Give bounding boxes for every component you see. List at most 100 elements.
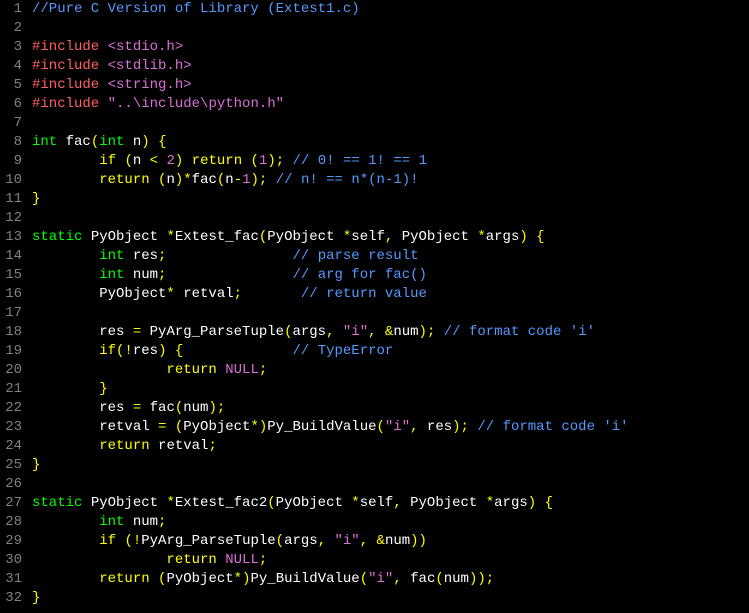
code-token: { [536,229,544,245]
code-token [435,324,443,340]
code-token: ( [175,400,183,416]
code-token: )) [410,533,427,549]
code-token [166,343,174,359]
code-token [32,172,99,188]
code-line: return (n)*fac(n-1); // n! == n*(n-1)! [32,171,749,190]
code-token: = [133,324,141,340]
line-number: 9 [2,152,22,171]
code-token: = [133,400,141,416]
code-token: return [166,362,216,378]
code-token: , [360,533,368,549]
code-editor: 1234567891011121314151617181920212223242… [0,0,749,613]
code-token: int [99,267,124,283]
code-token: ( [124,153,132,169]
code-line: PyObject* retval; // return value [32,285,749,304]
code-token: { [158,134,166,150]
code-token: , [393,571,401,587]
line-number: 6 [2,95,22,114]
code-token: fac [66,134,91,150]
code-token: return [192,153,242,169]
code-token: ( [435,571,443,587]
code-line: return retval; [32,437,749,456]
code-token [536,495,544,511]
line-number: 26 [2,475,22,494]
code-token: //Pure C Version of Library (Extest1.c) [32,1,360,17]
code-token: ) [141,134,149,150]
code-token: ; [208,438,216,454]
code-token: "i" [343,324,368,340]
code-token: , [393,495,401,511]
code-token: retval [150,438,209,454]
code-token: // return value [301,286,427,302]
code-token: ( [175,419,183,435]
code-token [99,96,107,112]
code-line: #include "..\include\python.h" [32,95,749,114]
code-token: if [99,153,116,169]
line-number: 8 [2,133,22,152]
code-token [150,172,158,188]
code-line: res = fac(num); [32,399,749,418]
code-token: PyObject [82,229,166,245]
line-number: 27 [2,494,22,513]
code-token: PyObject [402,495,486,511]
code-token: ) [519,229,527,245]
code-line: if (!PyArg_ParseTuple(args, "i", &num)) [32,532,749,551]
code-token [377,324,385,340]
line-number: 17 [2,304,22,323]
code-token [32,248,99,264]
line-number: 3 [2,38,22,57]
code-line: res = PyArg_ParseTuple(args, "i", &num);… [32,323,749,342]
code-token: return [166,552,216,568]
code-token: num [385,533,410,549]
code-token: #include [32,39,99,55]
code-token: } [32,590,40,606]
code-token: "i" [368,571,393,587]
code-line: retval = (PyObject*)Py_BuildValue("i", r… [32,418,749,437]
code-token [32,267,99,283]
code-token: PyObject [393,229,477,245]
code-token: n [225,172,233,188]
code-token: )); [469,571,494,587]
code-line: int fac(int n) { [32,133,749,152]
code-token [183,343,292,359]
line-number: 15 [2,266,22,285]
code-token: n [133,153,150,169]
code-token [166,267,292,283]
code-token: num [393,324,418,340]
code-token: args [292,324,326,340]
code-line: #include <stdlib.h> [32,57,749,76]
line-number: 32 [2,589,22,608]
code-token: int [99,514,124,530]
code-token: PyObject [166,571,233,587]
code-line: int num; [32,513,749,532]
code-line [32,475,749,494]
code-token [267,172,275,188]
source-code-area: //Pure C Version of Library (Extest1.c) … [28,0,749,613]
code-token: return [99,172,149,188]
code-token: args [494,495,528,511]
line-number: 21 [2,380,22,399]
code-token: // arg for fac() [292,267,426,283]
line-number: 11 [2,190,22,209]
code-token [150,571,158,587]
code-line: #include <stdio.h> [32,38,749,57]
code-token: ( [267,495,275,511]
code-token: NULL [225,552,259,568]
code-token: } [32,191,40,207]
code-token [32,533,99,549]
code-line: } [32,589,749,608]
line-number: 5 [2,76,22,95]
code-token [242,153,250,169]
code-token: ( [360,571,368,587]
code-token: #include [32,58,99,74]
code-token: "..\include\python.h" [108,96,284,112]
code-token: *) [234,571,251,587]
code-token [32,514,99,530]
code-token: res [133,343,158,359]
code-line [32,114,749,133]
line-number-gutter: 1234567891011121314151617181920212223242… [0,0,28,613]
code-token: ); [419,324,436,340]
code-line [32,209,749,228]
code-token [32,571,99,587]
code-token: // n! == n*(n-1)! [276,172,419,188]
